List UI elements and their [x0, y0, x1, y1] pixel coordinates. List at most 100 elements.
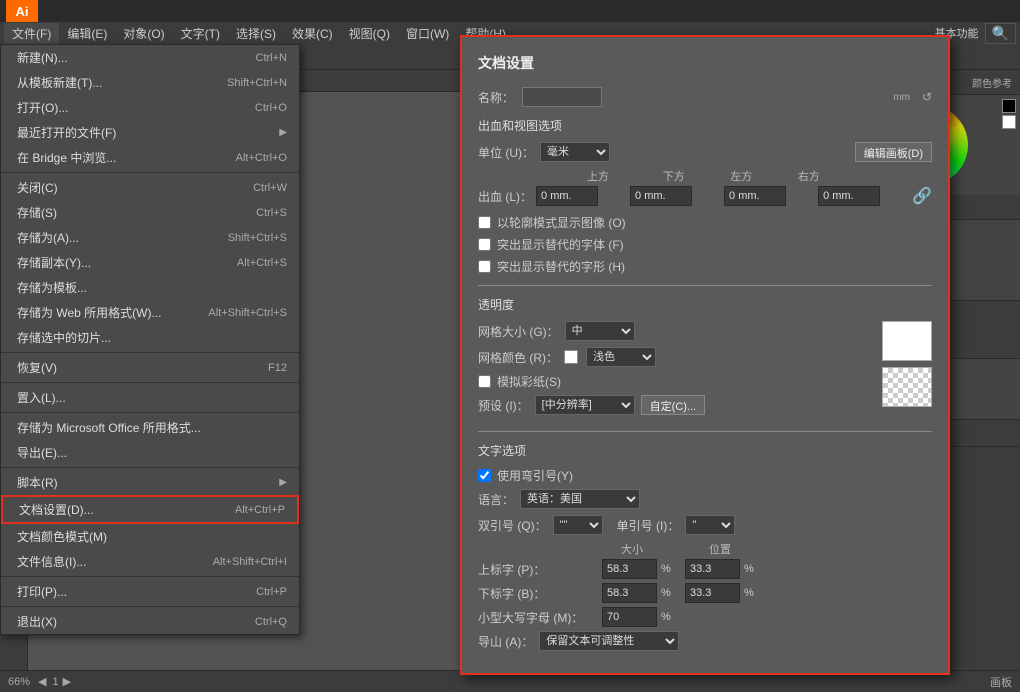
right-label: 右方 [777, 168, 841, 184]
name-field[interactable] [522, 87, 602, 107]
title-bar: Ai [0, 0, 1020, 22]
menu-item-file[interactable]: 文件(F) [4, 23, 59, 44]
superscript-label: 上标字 (P)： [478, 561, 598, 578]
menu-file-info[interactable]: 文件信息(I)... Alt+Shift+Ctrl+I [1, 549, 299, 574]
menu-save-copy[interactable]: 存储副本(Y)... Alt+Ctrl+S [1, 250, 299, 275]
typographer-quotes-label: 使用弯引号(Y) [497, 467, 573, 484]
highlight-glyphs-label: 突出显示替代的字形 (H) [497, 258, 625, 275]
bleed-section-title: 出血和视图选项 [478, 117, 932, 134]
bleed-top-input[interactable] [536, 186, 598, 206]
menu-save-msoffice[interactable]: 存储为 Microsoft Office 所用格式... [1, 415, 299, 440]
menu-save-web[interactable]: 存储为 Web 所用格式(W)... Alt+Shift+Ctrl+S [1, 300, 299, 325]
ai-logo: Ai [6, 0, 38, 22]
superscript-size-input[interactable] [602, 559, 657, 579]
leading-label: 导山 (A)： [478, 633, 533, 650]
file-dropdown: 新建(N)... Ctrl+N 从模板新建(T)... Shift+Ctrl+N… [0, 44, 300, 635]
file-menu: 新建(N)... Ctrl+N 从模板新建(T)... Shift+Ctrl+N… [0, 44, 300, 635]
position-header: 位置 [690, 541, 750, 557]
subscript-pos-input[interactable] [685, 583, 740, 603]
menu-save-as[interactable]: 存储为(A)... Shift+Ctrl+S [1, 225, 299, 250]
typographer-quotes-checkbox[interactable] [478, 469, 491, 482]
leading-select[interactable]: 保留文本可调整性 [539, 631, 679, 651]
grid-size-label: 网格大小 (G)： [478, 323, 559, 340]
text-options-section: 文字选项 使用弯引号(Y) 语言： 英语：美国 双引号 (Q)： "" 单引号 … [478, 442, 932, 651]
text-options-title: 文字选项 [478, 442, 932, 459]
bleed-right-input[interactable] [818, 186, 880, 206]
menu-item-window[interactable]: 窗口(W) [398, 23, 457, 44]
unit-select[interactable]: 毫米 [540, 142, 610, 162]
preset-label: 预设 (I)： [478, 397, 529, 414]
superscript-pos-input[interactable] [685, 559, 740, 579]
small-caps-input[interactable] [602, 607, 657, 627]
menu-place[interactable]: 置入(L)... [1, 385, 299, 410]
search-icon[interactable]: 🔍 [985, 23, 1016, 44]
small-caps-label: 小型大写字母 (M)： [478, 609, 598, 626]
menu-new-from-template[interactable]: 从模板新建(T)... Shift+Ctrl+N [1, 70, 299, 95]
subscript-pos-percent: % [744, 587, 754, 599]
simulate-paper-checkbox[interactable] [478, 375, 491, 388]
grid-color-select[interactable]: 浅色 [586, 347, 656, 367]
grid-size-select[interactable]: 中 [565, 321, 635, 341]
size-header: 大小 [602, 541, 662, 557]
checker-white [882, 321, 932, 361]
single-quote-label: 单引号 (I)： [617, 517, 680, 534]
menu-item-select[interactable]: 选择(S) [228, 23, 284, 44]
grid-color-label: 网格颜色 (R)： [478, 349, 558, 366]
document-settings-dialog: 文档设置 名称： mm ↺ 出血和视图选项 单位 (U)： 毫米 编辑画板(D)… [460, 35, 950, 675]
edit-canvas-btn[interactable]: 编辑画板(D) [855, 142, 932, 162]
menu-item-effect[interactable]: 效果(C) [284, 23, 341, 44]
menu-save[interactable]: 存储(S) Ctrl+S [1, 200, 299, 225]
menu-item-type[interactable]: 文字(T) [173, 23, 228, 44]
menu-revert[interactable]: 恢复(V) F12 [1, 355, 299, 380]
menu-close[interactable]: 关闭(C) Ctrl+W [1, 175, 299, 200]
menu-bridge[interactable]: 在 Bridge 中浏览... Alt+Ctrl+O [1, 145, 299, 170]
menu-item-object[interactable]: 对象(O) [115, 23, 172, 44]
menu-doc-color[interactable]: 文档颜色模式(M) [1, 524, 299, 549]
rotation-icon: ↺ [922, 90, 932, 104]
menu-exit[interactable]: 退出(X) Ctrl+Q [1, 609, 299, 634]
menu-new[interactable]: 新建(N)... Ctrl+N [1, 45, 299, 70]
bleed-label: 出血 (L)： [478, 188, 532, 205]
top-label: 上方 [558, 168, 638, 184]
transparency-title: 透明度 [478, 296, 932, 313]
language-select[interactable]: 英语：美国 [520, 489, 640, 509]
transparency-section: 透明度 网格大小 (G)： 中 网格颜色 (R)： 浅色 [478, 296, 932, 421]
double-quote-label: 双引号 (Q)： [478, 517, 547, 534]
menu-item-view[interactable]: 视图(Q) [341, 23, 398, 44]
menu-save-template[interactable]: 存储为模板... [1, 275, 299, 300]
dialog-title: 文档设置 [478, 53, 932, 73]
superscript-size-percent: % [661, 563, 681, 575]
single-quote-select[interactable]: '' [685, 515, 735, 535]
mm-unit-label: mm [893, 92, 910, 103]
subscript-label: 下标字 (B)： [478, 585, 598, 602]
raster-display-checkbox[interactable] [478, 216, 491, 229]
menu-save-selected[interactable]: 存储选中的切片... [1, 325, 299, 350]
link-icon[interactable]: 🔗 [912, 186, 932, 206]
page-prev[interactable]: ◀ [38, 675, 46, 688]
bleed-view-section: 出血和视图选项 单位 (U)： 毫米 编辑画板(D) 上方 下方 左方 右方 出… [478, 117, 932, 275]
preset-select[interactable]: [中分辨率] [535, 395, 635, 415]
menu-open[interactable]: 打开(O)... Ctrl+O [1, 95, 299, 120]
menu-export[interactable]: 导出(E)... [1, 440, 299, 465]
menu-scripts[interactable]: 脚本(R) ▶ [1, 470, 299, 495]
language-label: 语言： [478, 491, 514, 508]
small-caps-percent: % [661, 611, 681, 623]
custom-btn[interactable]: 自定(C)... [641, 395, 705, 415]
menu-item-edit[interactable]: 编辑(E) [59, 23, 115, 44]
highlight-fonts-label: 突出显示替代的字体 (F) [497, 236, 624, 253]
highlight-fonts-checkbox[interactable] [478, 238, 491, 251]
menu-doc-settings[interactable]: 文档设置(D)... Alt+Ctrl+P [1, 495, 299, 524]
bleed-bottom-input[interactable] [630, 186, 692, 206]
page-next[interactable]: ▶ [63, 675, 71, 688]
page-number: 1 [53, 676, 59, 688]
menu-recent[interactable]: 最近打开的文件(F) ▶ [1, 120, 299, 145]
zoom-level: 66% [8, 676, 30, 688]
color-guide-label: 颜色参考 [972, 75, 1012, 90]
menu-print[interactable]: 打印(P)... Ctrl+P [1, 579, 299, 604]
subscript-size-input[interactable] [602, 583, 657, 603]
subscript-size-percent: % [661, 587, 681, 599]
name-field-label: 名称： [478, 89, 514, 106]
highlight-glyphs-checkbox[interactable] [478, 260, 491, 273]
double-quote-select[interactable]: "" [553, 515, 603, 535]
bleed-left-input[interactable] [724, 186, 786, 206]
